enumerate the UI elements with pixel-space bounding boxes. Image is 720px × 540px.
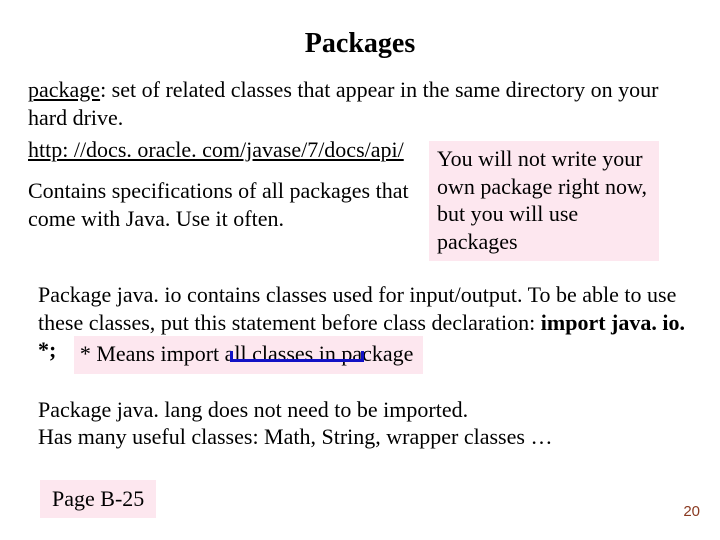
definition-text: : set of related classes that appear in … xyxy=(28,77,658,130)
slide-title: Packages xyxy=(28,28,692,60)
package-definition: package: set of related classes that app… xyxy=(28,76,692,131)
left-column: http: //docs. oracle. com/javase/7/docs/… xyxy=(28,137,423,232)
slide: Packages package: set of related classes… xyxy=(0,0,720,540)
page-reference: Page B-25 xyxy=(40,480,156,518)
api-docs-link[interactable]: http: //docs. oracle. com/javase/7/docs/… xyxy=(28,137,404,163)
spec-note: Contains specifications of all packages … xyxy=(28,177,423,232)
java-lang-paragraph: Package java. lang does not need to be i… xyxy=(38,396,692,451)
slide-number: 20 xyxy=(683,503,700,520)
note-box-packages: You will not write your own package righ… xyxy=(429,141,659,261)
annotation-underline-mark xyxy=(230,351,364,362)
definition-term: package xyxy=(28,77,100,102)
java-io-paragraph: Package java. io contains classes used f… xyxy=(38,281,692,374)
content-row: http: //docs. oracle. com/javase/7/docs/… xyxy=(28,137,692,261)
